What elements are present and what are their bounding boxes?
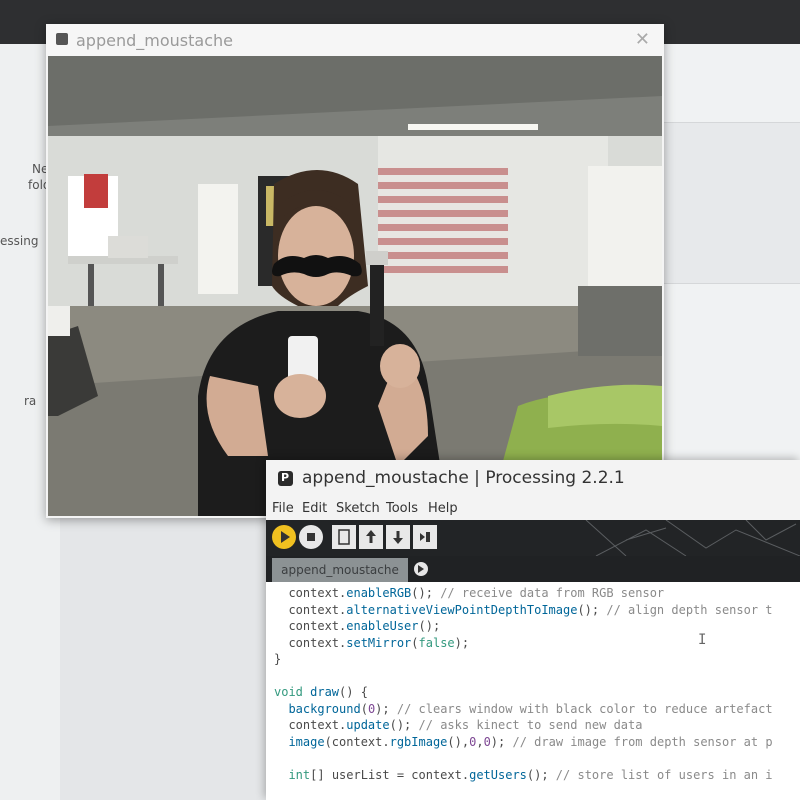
code-token: (); (411, 586, 441, 600)
code-line: context.enableRGB(); // receive data fro… (274, 586, 664, 600)
app-icon (56, 33, 68, 45)
code-line: context.enableUser(); (274, 619, 440, 633)
editor-window-title: append_moustache | Processing 2.2.1 (302, 468, 625, 488)
code-token: ); (490, 734, 513, 749)
new-icon[interactable] (332, 525, 356, 549)
code-token: // align depth sensor t (606, 602, 773, 617)
processing-editor-window[interactable]: P append_moustache | Processing 2.2.1 Fi… (266, 460, 800, 800)
code-token: false (418, 635, 455, 650)
code-token: (); (389, 718, 419, 732)
code-token: (), (447, 734, 470, 749)
code-token: enableUser (346, 619, 419, 633)
code-token: getUsers (469, 767, 527, 782)
code-token: (); (577, 602, 607, 617)
sketch-output-window[interactable]: append_moustache ✕ (46, 24, 664, 518)
code-token: ( (411, 635, 419, 650)
sketch-titlebar[interactable]: append_moustache ✕ (46, 24, 664, 56)
menu-edit[interactable]: Edit (302, 501, 327, 516)
code-token: [] userList = context. (310, 767, 470, 782)
code-token: update (346, 718, 390, 732)
menu-file[interactable]: File (272, 501, 294, 516)
run-icon[interactable] (272, 525, 296, 549)
processing-logo-icon: P (278, 471, 293, 486)
desktop-panel-band (662, 122, 800, 284)
code-token: void (274, 685, 311, 699)
code-token: alternativeViewPointDepthToImage (346, 602, 578, 617)
code-token: ); (375, 701, 397, 716)
code-line: background(0); // clears window with bla… (274, 701, 773, 716)
code-token: context. (274, 718, 347, 732)
code-token: ( (360, 701, 368, 716)
export-icon[interactable] (413, 525, 437, 549)
code-line: context.alternativeViewPointDepthToImage… (274, 602, 773, 617)
code-line: context.update(); // asks kinect to send… (274, 718, 642, 732)
code-token: // receive data from RGB sensor (440, 586, 665, 600)
code-token: } (274, 652, 282, 666)
menu-sketch[interactable]: Sketch (336, 501, 380, 516)
code-line: context.setMirror(false); (274, 636, 469, 650)
desktop-fragment: essing (0, 234, 39, 248)
code-token: enableRGB (346, 586, 412, 600)
camera-feed (48, 56, 662, 516)
code-token: (context. (324, 734, 390, 749)
code-token: () { (339, 685, 368, 699)
close-icon[interactable]: ✕ (635, 29, 650, 50)
code-token: context. (274, 602, 347, 617)
code-token: (); (418, 619, 441, 633)
tab-menu-arrow-icon[interactable] (414, 562, 428, 576)
menu-bar: File Edit Sketch Tools Help (266, 498, 800, 520)
code-token: context. (274, 619, 347, 633)
toolbar (266, 520, 800, 556)
code-line: } (274, 652, 281, 666)
code-editor[interactable]: context.enableRGB(); // receive data fro… (266, 582, 800, 800)
code-line: void draw() { (274, 685, 368, 699)
code-token: ); (454, 635, 470, 650)
code-line: int[] userList = context.getUsers(); // … (274, 767, 773, 782)
code-token: draw (310, 685, 340, 699)
code-token: context. (274, 635, 347, 650)
code-token: context. (274, 586, 347, 600)
code-token: // asks kinect to send new data (418, 718, 643, 732)
code-token: (); (526, 767, 556, 782)
sketch-window-title: append_moustache (76, 31, 233, 50)
stop-icon[interactable] (299, 525, 323, 549)
code-token: , (476, 734, 484, 749)
code-token: // store list of users in an i (555, 767, 773, 782)
text-cursor-icon: I (698, 632, 707, 648)
editor-titlebar[interactable]: P append_moustache | Processing 2.2.1 (266, 460, 800, 498)
menu-help[interactable]: Help (428, 501, 458, 516)
code-token: rgbImage (389, 734, 448, 749)
tab-bar: append_moustache (266, 556, 800, 582)
code-token: setMirror (346, 635, 412, 650)
menu-tools[interactable]: Tools (386, 501, 418, 516)
open-icon[interactable] (359, 525, 383, 549)
save-icon[interactable] (386, 525, 410, 549)
desktop-fragment: ra (24, 394, 37, 408)
desktop-right-panel (662, 44, 800, 464)
code-line: image(context.rgbImage(),0,0); // draw i… (274, 734, 773, 749)
code-token: // clears window with black color to red… (396, 701, 773, 716)
code-token: // draw image from depth sensor at p (512, 734, 773, 749)
camera-scene (48, 56, 662, 516)
code-token: background (288, 701, 361, 716)
code-token: 0 (483, 734, 491, 749)
code-token: image (288, 734, 325, 749)
tab-append-moustache[interactable]: append_moustache (272, 558, 408, 582)
code-token: int (288, 767, 311, 782)
